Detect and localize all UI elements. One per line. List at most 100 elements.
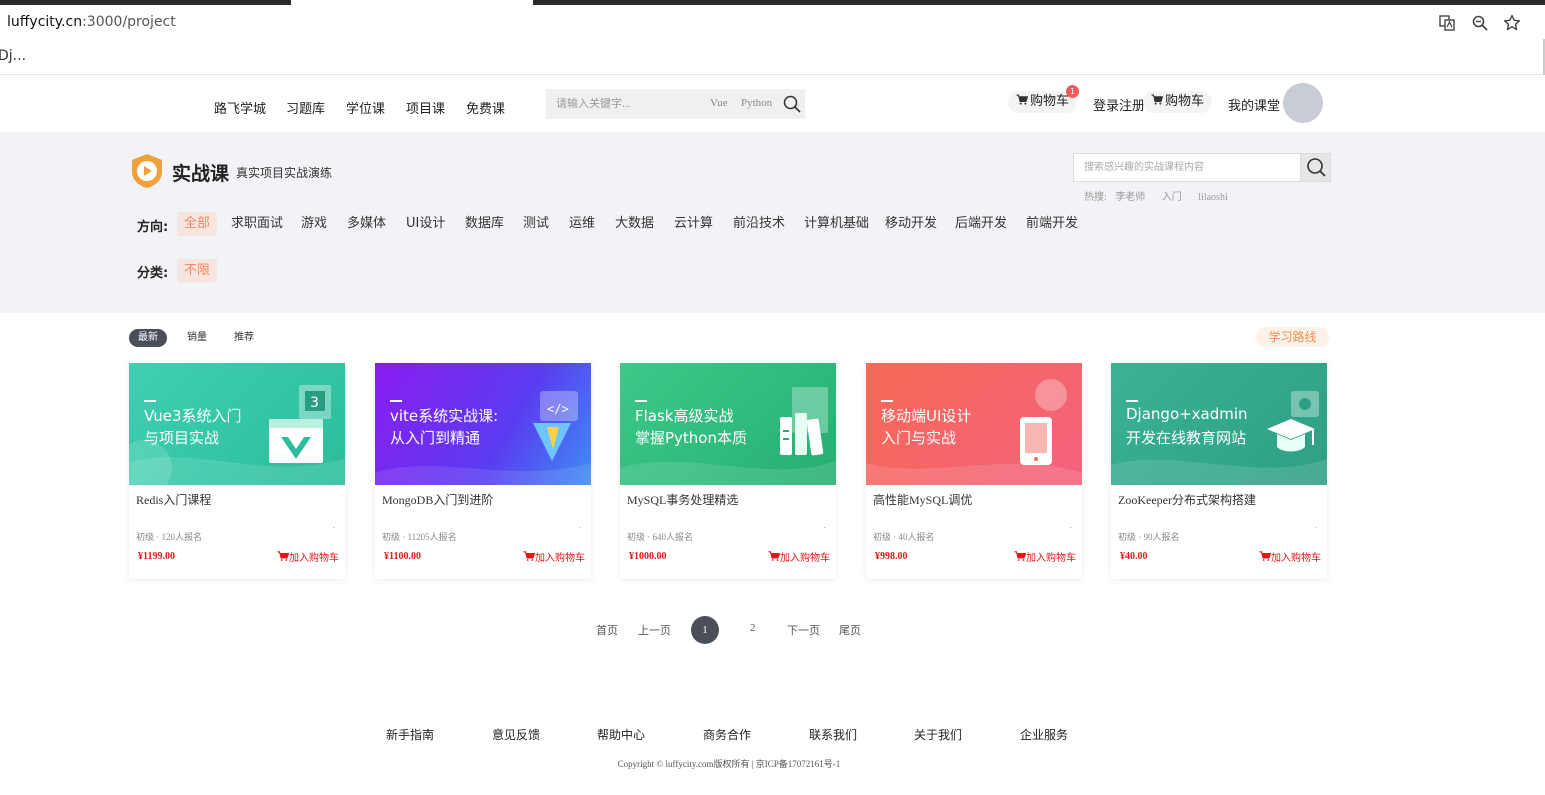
- cover-line: [144, 400, 156, 402]
- course-card[interactable]: Flask高级实战 掌握Python本质 MySQL事务处理精选 . 初级 · …: [620, 363, 836, 579]
- course-dot: .: [1069, 521, 1072, 530]
- add-to-cart-button[interactable]: 加入购物车: [768, 549, 830, 564]
- bookmark-star-icon[interactable]: [1503, 14, 1521, 32]
- category-chip-all[interactable]: 不限: [177, 259, 218, 283]
- direction-chip[interactable]: 多媒体: [347, 212, 386, 236]
- cover-text-line2: 从入门到精通: [390, 429, 481, 447]
- pagination-current-page[interactable]: 1: [691, 616, 719, 644]
- cart-icon: [1259, 551, 1272, 561]
- pagination-last[interactable]: 尾页: [839, 622, 861, 638]
- cart-count-badge: 1: [1066, 85, 1079, 98]
- header-search: Vue Python: [546, 89, 805, 119]
- course-price: ¥40.00: [1120, 551, 1148, 562]
- header-hot-tag[interactable]: Python: [741, 97, 772, 109]
- course-card[interactable]: Django+xadmin 开发在线教育网站 ZooKeeper分布式架构搭建 …: [1111, 363, 1327, 579]
- sort-tab-newest[interactable]: 最新: [129, 329, 167, 347]
- login-register-link[interactable]: 登录注册: [1093, 95, 1145, 114]
- direction-chip[interactable]: 计算机基础: [804, 212, 869, 236]
- hot-search-item[interactable]: lilaoshi: [1198, 192, 1227, 203]
- cart-icon: [1016, 91, 1029, 113]
- course-search-input[interactable]: [1074, 154, 1300, 181]
- add-to-cart-button[interactable]: 加入购物车: [1014, 549, 1076, 564]
- add-to-cart-label: 加入购物车: [535, 553, 585, 564]
- course-title[interactable]: ZooKeeper分布式架构搭建: [1118, 491, 1256, 508]
- course-card[interactable]: 3 Vue3系统入门 与项目实战 Redis入门课程 . 初级 · 120人报名…: [129, 363, 345, 579]
- direction-chip[interactable]: 移动开发: [885, 212, 937, 236]
- course-card[interactable]: 移动端UI设计 入门与实战 高性能MySQL调优 . 初级 · 40人报名 ¥9…: [866, 363, 1082, 579]
- svg-text:</>: </>: [547, 402, 569, 416]
- hot-search-item[interactable]: 李老师: [1115, 192, 1145, 203]
- direction-chip[interactable]: 云计算: [674, 212, 713, 236]
- header-hot-tag[interactable]: Vue: [710, 97, 728, 109]
- cart-label: 购物车: [1030, 94, 1070, 109]
- nav-item-degree[interactable]: 学位课: [346, 98, 385, 117]
- nav-item-home[interactable]: 路飞学城: [214, 98, 266, 117]
- my-classroom-link[interactable]: 我的课堂: [1228, 95, 1280, 114]
- cart-icon: [768, 551, 781, 561]
- course-title[interactable]: Redis入门课程: [136, 491, 211, 508]
- cart-icon: [277, 551, 290, 561]
- direction-chip[interactable]: 运维: [569, 212, 595, 236]
- hot-search-item[interactable]: 入门: [1162, 192, 1182, 203]
- cover-text-line1: 移动端UI设计: [881, 407, 972, 425]
- pagination-prev[interactable]: 上一页: [638, 622, 671, 638]
- pagination-first[interactable]: 首页: [596, 622, 618, 638]
- course-dot: .: [823, 521, 826, 530]
- direction-chip-all[interactable]: 全部: [177, 212, 218, 236]
- footer-link-business[interactable]: 商务合作: [703, 726, 751, 743]
- zoom-icon[interactable]: [1471, 14, 1489, 32]
- direction-chip[interactable]: 大数据: [615, 212, 654, 236]
- nav-item-free[interactable]: 免费课: [466, 98, 505, 117]
- course-cover: Django+xadmin 开发在线教育网站: [1111, 363, 1327, 485]
- direction-chip[interactable]: 前端开发: [1026, 212, 1078, 236]
- footer-link-guide[interactable]: 新手指南: [386, 726, 434, 743]
- cart-button-secondary[interactable]: 购物车: [1143, 91, 1213, 113]
- add-to-cart-button[interactable]: 加入购物车: [277, 549, 339, 564]
- pagination-page[interactable]: 2: [750, 622, 756, 634]
- cover-line: [881, 400, 893, 402]
- sort-tab-recommended[interactable]: 推荐: [234, 329, 254, 347]
- add-to-cart-button[interactable]: 加入购物车: [523, 549, 585, 564]
- learning-path-button[interactable]: 学习路线: [1256, 327, 1329, 347]
- sort-tab-sales[interactable]: 销量: [187, 329, 207, 347]
- course-price: ¥1199.00: [138, 551, 175, 562]
- course-title[interactable]: MySQL事务处理精选: [627, 491, 738, 508]
- course-dot: .: [1314, 521, 1317, 530]
- header-search-input[interactable]: [546, 89, 706, 119]
- course-title[interactable]: 高性能MySQL调优: [873, 491, 972, 508]
- course-cover: Flask高级实战 掌握Python本质: [620, 363, 836, 485]
- footer-link-enterprise[interactable]: 企业服务: [1020, 726, 1068, 743]
- footer-link-about[interactable]: 关于我们: [914, 726, 962, 743]
- course-title[interactable]: MongoDB入门到进阶: [382, 491, 493, 508]
- direction-chip[interactable]: 求职面试: [231, 212, 283, 236]
- pagination-next[interactable]: 下一页: [787, 622, 820, 638]
- cart-icon: [1151, 91, 1164, 113]
- hot-search-row: 热搜: 李老师 入门 lilaoshi: [1084, 188, 1242, 203]
- direction-label: 方向:: [137, 220, 169, 235]
- avatar[interactable]: [1283, 83, 1323, 123]
- course-meta: 初级 · 120人报名: [136, 532, 202, 542]
- course-search-button[interactable]: [1300, 154, 1330, 181]
- direction-chip[interactable]: 前沿技术: [733, 212, 785, 236]
- direction-chip[interactable]: 测试: [523, 212, 549, 236]
- direction-chip[interactable]: UI设计: [406, 212, 445, 236]
- course-card[interactable]: </> vite系统实战课: 从入门到精通 MongoDB入门到进阶 . 初级 …: [375, 363, 591, 579]
- url-text[interactable]: luffycity.cn:3000/project: [7, 14, 176, 30]
- address-bar[interactable]: luffycity.cn:3000/project: [0, 5, 1545, 39]
- add-to-cart-button[interactable]: 加入购物车: [1259, 549, 1321, 564]
- footer-link-help[interactable]: 帮助中心: [597, 726, 645, 743]
- footer-link-feedback[interactable]: 意见反馈: [492, 726, 540, 743]
- course-meta: 初级 · 11205人报名: [382, 532, 457, 542]
- search-icon[interactable]: [782, 94, 802, 114]
- bookmark-item[interactable]: Dj...: [0, 48, 26, 64]
- direction-chip[interactable]: 游戏: [301, 212, 327, 236]
- add-to-cart-label: 加入购物车: [1271, 553, 1321, 564]
- direction-chip[interactable]: 后端开发: [955, 212, 1007, 236]
- direction-chip[interactable]: 数据库: [465, 212, 504, 236]
- filter-banner: 实战课 真实项目实战演练 热搜: 李老师 入门 lilaoshi 方向: 全部 …: [0, 132, 1545, 313]
- translate-icon[interactable]: [1438, 14, 1456, 32]
- footer-link-contact[interactable]: 联系我们: [809, 726, 857, 743]
- nav-item-exercises[interactable]: 习题库: [286, 98, 325, 117]
- nav-item-project[interactable]: 项目课: [406, 98, 445, 117]
- cover-text-line2: 掌握Python本质: [635, 429, 747, 447]
